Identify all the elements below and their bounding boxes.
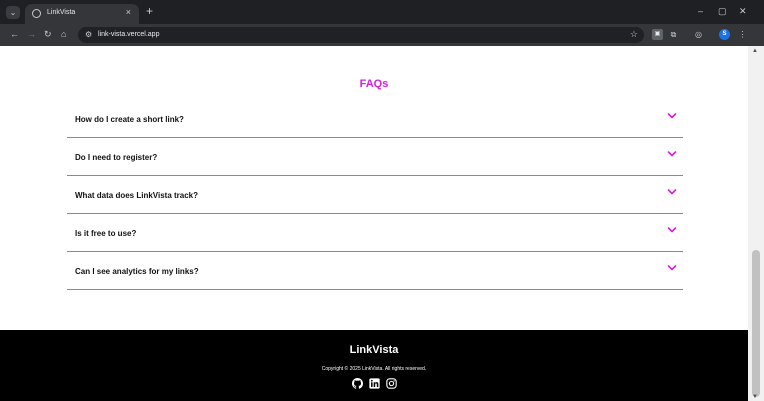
chevron-down-icon[interactable]	[667, 188, 677, 196]
faq-item[interactable]: Do I need to register?	[67, 138, 683, 176]
faq-question: What data does LinkVista track?	[75, 191, 198, 200]
faq-item[interactable]: What data does LinkVista track?	[67, 176, 683, 214]
faq-list: How do I create a short link? Do I need …	[67, 100, 683, 290]
home-icon[interactable]: ⌂	[61, 29, 66, 39]
tab-search-button[interactable]: ⌄	[6, 6, 20, 19]
maximize-button[interactable]: ▢	[718, 6, 727, 17]
browser-tab[interactable]: LinkVista ×	[25, 4, 139, 24]
url-text[interactable]: link-vista.vercel.app	[98, 31, 159, 38]
site-info-icon[interactable]: ⚙	[85, 30, 92, 39]
faq-item[interactable]: Can I see analytics for my links?	[67, 252, 683, 290]
linkedin-icon[interactable]	[369, 378, 380, 389]
browser-toolbar: ← → ↻ ⌂ ⚙ link-vista.vercel.app ☆ ▣ ⧉ ◎ …	[0, 24, 764, 46]
faq-heading: FAQs	[359, 78, 389, 90]
forward-arrow-icon[interactable]: →	[27, 29, 36, 39]
social-links	[352, 378, 397, 390]
back-arrow-icon[interactable]: ←	[10, 29, 19, 39]
faq-question: Is it free to use?	[75, 229, 137, 238]
copyright-text: Copyright © 2025 LinkVista. All rights r…	[321, 366, 427, 372]
chevron-down-icon[interactable]	[667, 150, 677, 158]
scrollbar-thumb[interactable]	[752, 250, 760, 397]
site-footer: LinkVista Copyright © 2025 LinkVista. Al…	[0, 330, 748, 401]
screenshot-icon[interactable]: ◎	[693, 29, 704, 40]
footer-brand: LinkVista	[349, 344, 399, 356]
faq-item[interactable]: Is it free to use?	[67, 214, 683, 252]
extensions-puzzle-icon[interactable]: ⧉	[668, 29, 679, 40]
menu-dots-icon[interactable]: ⋮	[737, 29, 748, 40]
tab-title: LinkVista	[47, 9, 76, 16]
scroll-down-arrow-icon[interactable]: ▼	[752, 394, 758, 400]
close-window-button[interactable]: ✕	[739, 6, 747, 17]
page-scrollbar[interactable]: ▲ ▼	[748, 46, 764, 401]
faq-question: Do I need to register?	[75, 153, 158, 162]
new-tab-button[interactable]: +	[146, 4, 153, 18]
reload-icon[interactable]: ↻	[44, 29, 52, 40]
chevron-down-icon[interactable]	[667, 264, 677, 272]
profile-avatar[interactable]: S	[719, 29, 730, 40]
extension-icon[interactable]: ▣	[652, 29, 663, 40]
instagram-icon[interactable]	[386, 378, 397, 389]
bookmark-star-icon[interactable]: ☆	[630, 29, 638, 40]
address-bar[interactable]: ⚙ link-vista.vercel.app ☆	[78, 27, 644, 43]
scroll-up-arrow-icon[interactable]: ▲	[752, 48, 758, 54]
tab-close-button[interactable]: ×	[126, 7, 131, 17]
chevron-down-icon[interactable]	[667, 112, 677, 120]
tab-strip: ⌄ LinkVista × + – ▢ ✕	[0, 0, 764, 24]
faq-question: Can I see analytics for my links?	[75, 267, 199, 276]
github-icon[interactable]	[352, 378, 363, 389]
page-viewport: FAQs How do I create a short link? Do I …	[0, 46, 748, 401]
faq-question: How do I create a short link?	[75, 115, 184, 124]
globe-icon	[32, 9, 41, 18]
faq-item[interactable]: How do I create a short link?	[67, 100, 683, 138]
chevron-down-icon[interactable]	[667, 226, 677, 234]
minimize-button[interactable]: –	[698, 6, 703, 16]
